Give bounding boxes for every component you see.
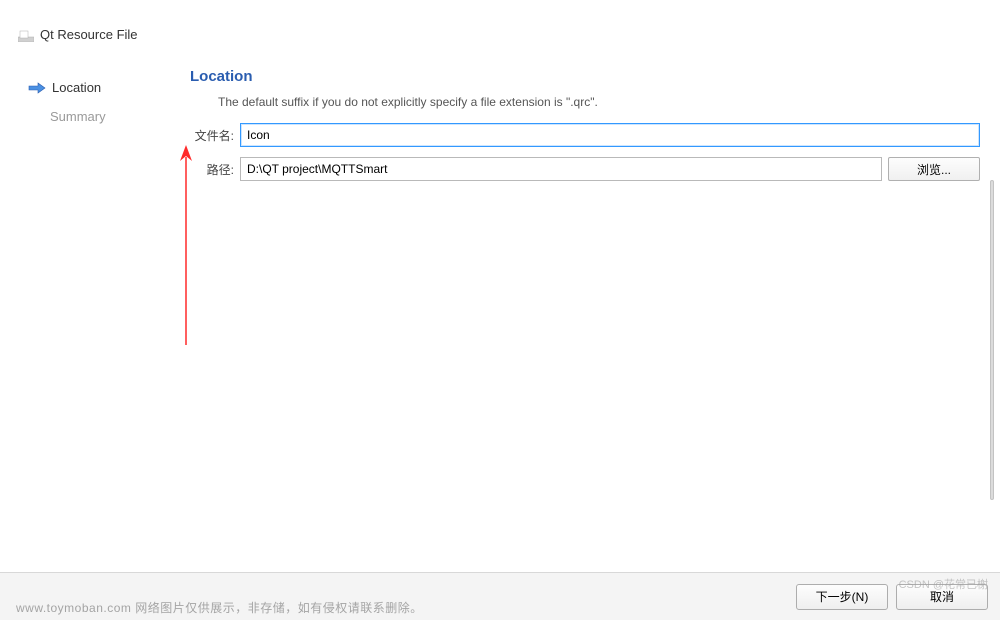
filename-row: 文件名: [190, 123, 980, 147]
sidebar-item-label: Summary [50, 109, 106, 124]
path-row: 路径: 浏览... [190, 157, 980, 181]
cancel-button[interactable]: 取消 [896, 584, 988, 610]
current-step-arrow-icon [28, 81, 46, 95]
path-input[interactable] [240, 157, 882, 181]
section-heading: Location [190, 68, 980, 85]
scrollbar-remnant [990, 180, 994, 500]
window-title: Qt Resource File [40, 27, 138, 42]
wizard-sidebar: Location Summary [0, 50, 190, 572]
next-button[interactable]: 下一步(N) [796, 584, 888, 610]
helper-text: The default suffix if you do not explici… [218, 95, 980, 109]
filename-label: 文件名: [190, 127, 234, 144]
filename-input[interactable] [240, 123, 980, 147]
resource-file-icon [18, 28, 34, 42]
browse-button[interactable]: 浏览... [888, 157, 980, 181]
wizard-window: Qt Resource File Location Summary Locati… [0, 0, 1000, 620]
wizard-main: Location The default suffix if you do no… [190, 50, 1000, 572]
sidebar-item-label: Location [52, 80, 101, 95]
body: Location Summary Location The default su… [0, 50, 1000, 572]
title-bar: Qt Resource File [0, 0, 1000, 50]
sidebar-item-summary[interactable]: Summary [28, 107, 180, 126]
sidebar-item-location[interactable]: Location [28, 78, 180, 97]
wizard-footer: 下一步(N) 取消 [0, 572, 1000, 620]
path-label: 路径: [190, 161, 234, 178]
